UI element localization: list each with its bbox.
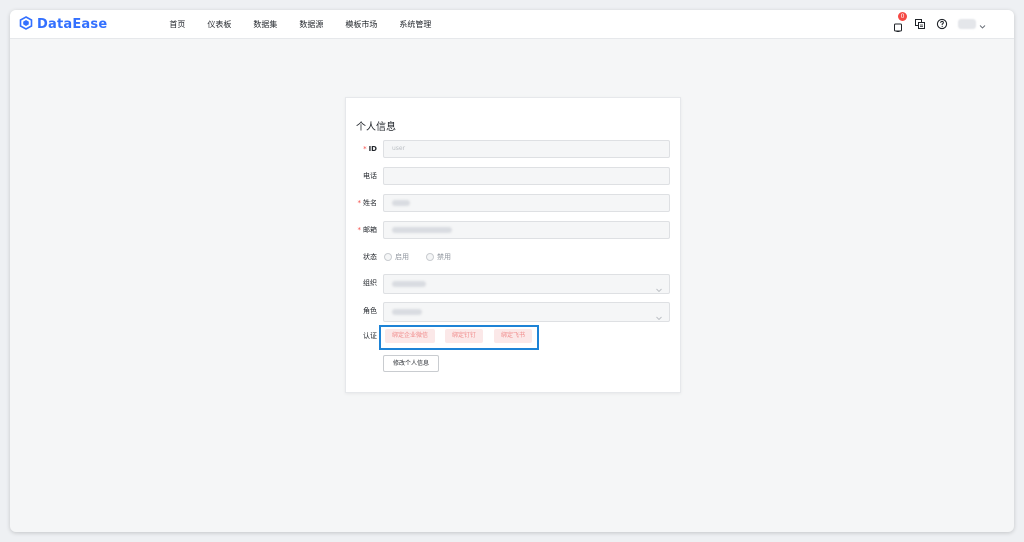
status-label: 状态 <box>363 253 377 261</box>
email-value-redacted <box>392 227 452 233</box>
nav-item-template-market[interactable]: 模板市场 <box>345 19 377 30</box>
form-row-id: * ID user <box>346 140 680 158</box>
email-field[interactable] <box>383 221 670 239</box>
org-value-redacted <box>392 281 426 287</box>
edit-profile-button[interactable]: 修改个人信息 <box>383 355 439 372</box>
nav-item-dashboard[interactable]: 仪表板 <box>207 19 231 30</box>
status-radio-enabled[interactable]: 启用 <box>384 248 409 266</box>
name-value-redacted <box>392 200 410 206</box>
name-label: * 姓名 <box>357 199 378 207</box>
nav-item-dataset[interactable]: 数据集 <box>253 19 277 30</box>
form-row-phone: 电话 <box>346 167 680 185</box>
org-label: 组织 <box>363 279 377 287</box>
org-select[interactable] <box>383 274 670 294</box>
help-icon[interactable] <box>936 15 948 34</box>
id-field[interactable]: user <box>383 140 670 158</box>
notification-button[interactable]: 0 <box>892 12 907 32</box>
user-menu[interactable] <box>958 15 986 34</box>
chevron-down-icon <box>979 15 986 34</box>
header-tools: 0 <box>892 10 986 38</box>
chevron-down-icon <box>655 307 663 326</box>
dataease-logo-icon <box>19 15 33 34</box>
nav-item-home[interactable]: 首页 <box>169 19 185 30</box>
nav-item-datasource[interactable]: 数据源 <box>299 19 323 30</box>
radio-indicator <box>426 253 434 261</box>
id-value: user <box>392 145 406 152</box>
nav-item-system[interactable]: 系统管理 <box>399 19 431 30</box>
main-content: 个人信息 * ID user 电话 * 姓名 * 邮箱 状态 启用 禁用 组织 … <box>10 39 1014 532</box>
form-row-name: * 姓名 <box>346 194 680 212</box>
id-label: * ID <box>363 145 377 153</box>
main-nav: 首页 仪表板 数据集 数据源 模板市场 系统管理 <box>169 19 431 30</box>
auth-label: 认证 <box>363 332 377 340</box>
chevron-down-icon <box>655 279 663 298</box>
form-row-status: 状态 启用 禁用 <box>346 248 680 266</box>
role-label: 角色 <box>363 307 377 315</box>
role-value-redacted <box>392 309 422 315</box>
status-radio-disabled[interactable]: 禁用 <box>426 248 451 266</box>
top-navbar: DataEase 首页 仪表板 数据集 数据源 模板市场 系统管理 0 <box>10 10 1014 39</box>
form-row-role: 角色 <box>346 302 680 322</box>
auth-highlight-box <box>379 325 539 350</box>
brand-name: DataEase <box>37 16 108 32</box>
phone-field[interactable] <box>383 167 670 185</box>
form-row-email: * 邮箱 <box>346 221 680 239</box>
role-select[interactable] <box>383 302 670 322</box>
app-window: DataEase 首页 仪表板 数据集 数据源 模板市场 系统管理 0 个人信息… <box>10 10 1014 532</box>
notification-badge: 0 <box>898 12 907 21</box>
phone-label: 电话 <box>363 172 377 180</box>
translate-icon[interactable] <box>914 15 926 34</box>
email-label: * 邮箱 <box>357 226 378 234</box>
radio-indicator <box>384 253 392 261</box>
profile-card: 个人信息 * ID user 电话 * 姓名 * 邮箱 状态 启用 禁用 组织 … <box>345 97 681 393</box>
name-field[interactable] <box>383 194 670 212</box>
form-row-org: 组织 <box>346 274 680 294</box>
page-title: 个人信息 <box>356 122 396 133</box>
brand-logo[interactable]: DataEase <box>19 15 107 34</box>
user-name <box>958 19 976 29</box>
